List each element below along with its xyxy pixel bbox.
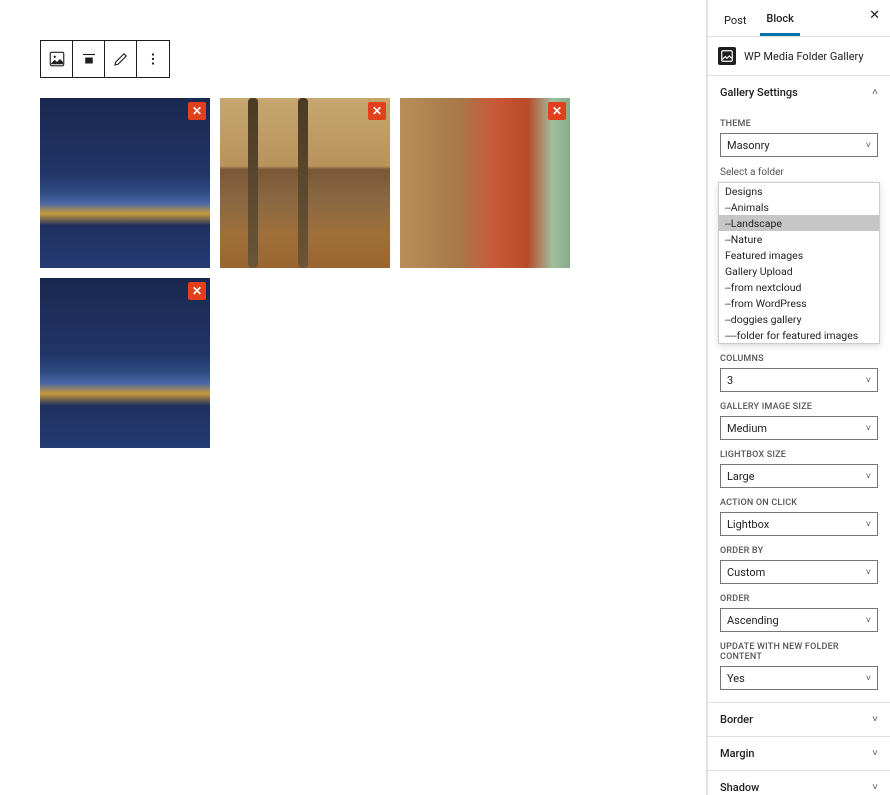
image-size-select[interactable]: Medium ˅ [720,416,878,440]
chevron-up-icon: ˄ [872,87,878,98]
folder-option[interactable]: ----folder for featured images [719,327,879,343]
remove-image-button[interactable]: ✕ [188,102,206,120]
pencil-icon [112,50,130,68]
chevron-down-icon: ˅ [866,140,871,151]
block-header: WP Media Folder Gallery [708,37,890,76]
gallery-block-icon [718,47,736,65]
chevron-down-icon: ˅ [872,782,878,793]
gallery-item[interactable]: ✕ [40,278,210,448]
folder-option[interactable]: Designs [719,183,879,199]
order-by-value: Custom [727,566,765,579]
action-on-click-select[interactable]: Lightbox ˅ [720,512,878,536]
columns-select[interactable]: 3 ˅ [720,368,878,392]
panel-shadow: Shadow ˅ [708,771,890,795]
chevron-down-icon: ˅ [866,423,871,434]
close-icon: ✕ [192,284,202,298]
theme-value: Masonry [727,139,770,152]
close-icon: ✕ [192,104,202,118]
chevron-down-icon: ˅ [866,519,871,530]
tab-block[interactable]: Block [760,8,799,36]
columns-label: COLUMNS [720,354,878,364]
chevron-down-icon: ˅ [866,375,871,386]
folder-option[interactable]: --from nextcloud [719,279,879,295]
image-block-icon [48,50,66,68]
toolbar-edit-button[interactable] [105,41,137,77]
chevron-down-icon: ˅ [866,615,871,626]
sidebar-tabs: Post Block ✕ [708,0,890,37]
panel-head-margin[interactable]: Margin ˅ [708,737,890,770]
panel-body-gallery-settings: THEME Masonry ˅ Select a folder Designs-… [708,119,890,702]
block-toolbar [40,40,170,78]
gallery-thumbnail [400,98,570,268]
chevron-down-icon: ˅ [872,714,878,725]
remove-image-button[interactable]: ✕ [368,102,386,120]
folder-option[interactable]: --Animals [719,199,879,215]
gallery-item[interactable]: ✕ [400,98,570,268]
panel-head-shadow[interactable]: Shadow ˅ [708,771,890,795]
block-title: WP Media Folder Gallery [744,50,864,63]
folder-option[interactable]: Gallery Upload [719,263,879,279]
close-icon: ✕ [552,104,562,118]
toolbar-block-type-button[interactable] [41,41,73,77]
folder-option[interactable]: Featured images [719,247,879,263]
panel-margin: Margin ˅ [708,737,890,771]
remove-image-button[interactable]: ✕ [548,102,566,120]
order-by-label: ORDER BY [720,546,878,556]
panel-border: Border ˅ [708,703,890,737]
panel-title: Shadow [720,781,759,794]
folder-dropdown[interactable]: Designs--Animals--Landscape--NatureFeatu… [718,182,880,344]
panel-title: Border [720,713,753,726]
gallery-thumbnail [40,278,210,448]
panel-title: Gallery Settings [720,86,798,99]
remove-image-button[interactable]: ✕ [188,282,206,300]
more-vertical-icon [144,50,162,68]
update-new-content-value: Yes [727,672,745,685]
folder-option[interactable]: --Nature [719,231,879,247]
close-icon: ✕ [372,104,382,118]
panel-title: Margin [720,747,755,760]
select-folder-label: Select a folder [720,167,878,178]
gallery-item[interactable]: ✕ [220,98,390,268]
order-label: ORDER [720,594,878,604]
editor-canvas: ✕ ✕ ✕ ✕ [0,0,707,795]
align-icon [80,50,98,68]
image-size-label: GALLERY IMAGE SIZE [720,402,878,412]
chevron-down-icon: ˅ [866,567,871,578]
columns-value: 3 [727,374,733,387]
chevron-down-icon: ˅ [872,748,878,759]
theme-select[interactable]: Masonry ˅ [720,133,878,157]
update-new-content-select[interactable]: Yes ˅ [720,666,878,690]
order-select[interactable]: Ascending ˅ [720,608,878,632]
gallery-thumbnail [220,98,390,268]
lightbox-size-label: LIGHTBOX SIZE [720,450,878,460]
chevron-down-icon: ˅ [866,673,871,684]
toolbar-more-button[interactable] [137,41,169,77]
folder-option[interactable]: --Landscape [719,215,879,231]
order-by-select[interactable]: Custom ˅ [720,560,878,584]
lightbox-size-value: Large [727,470,755,483]
settings-sidebar: Post Block ✕ WP Media Folder Gallery Gal… [707,0,890,795]
tab-post[interactable]: Post [718,10,752,35]
close-sidebar-button[interactable]: ✕ [869,8,880,23]
theme-label: THEME [720,119,878,129]
folder-option[interactable]: --from WordPress [719,295,879,311]
order-value: Ascending [727,614,779,627]
gallery-thumbnail [40,98,210,268]
lightbox-size-select[interactable]: Large ˅ [720,464,878,488]
panel-head-border[interactable]: Border ˅ [708,703,890,736]
chevron-down-icon: ˅ [866,471,871,482]
close-icon: ✕ [869,8,880,23]
folder-option[interactable]: --doggies gallery [719,311,879,327]
action-on-click-value: Lightbox [727,518,769,531]
update-new-content-label: UPDATE WITH NEW FOLDER CONTENT [720,642,878,662]
gallery-item[interactable]: ✕ [40,98,210,268]
panel-gallery-settings: Gallery Settings ˄ THEME Masonry ˅ Selec… [708,76,890,703]
image-size-value: Medium [727,422,767,435]
toolbar-align-button[interactable] [73,41,105,77]
panel-head-gallery-settings[interactable]: Gallery Settings ˄ [708,76,890,109]
gallery-grid: ✕ ✕ ✕ ✕ [40,98,666,448]
action-on-click-label: ACTION ON CLICK [720,498,878,508]
